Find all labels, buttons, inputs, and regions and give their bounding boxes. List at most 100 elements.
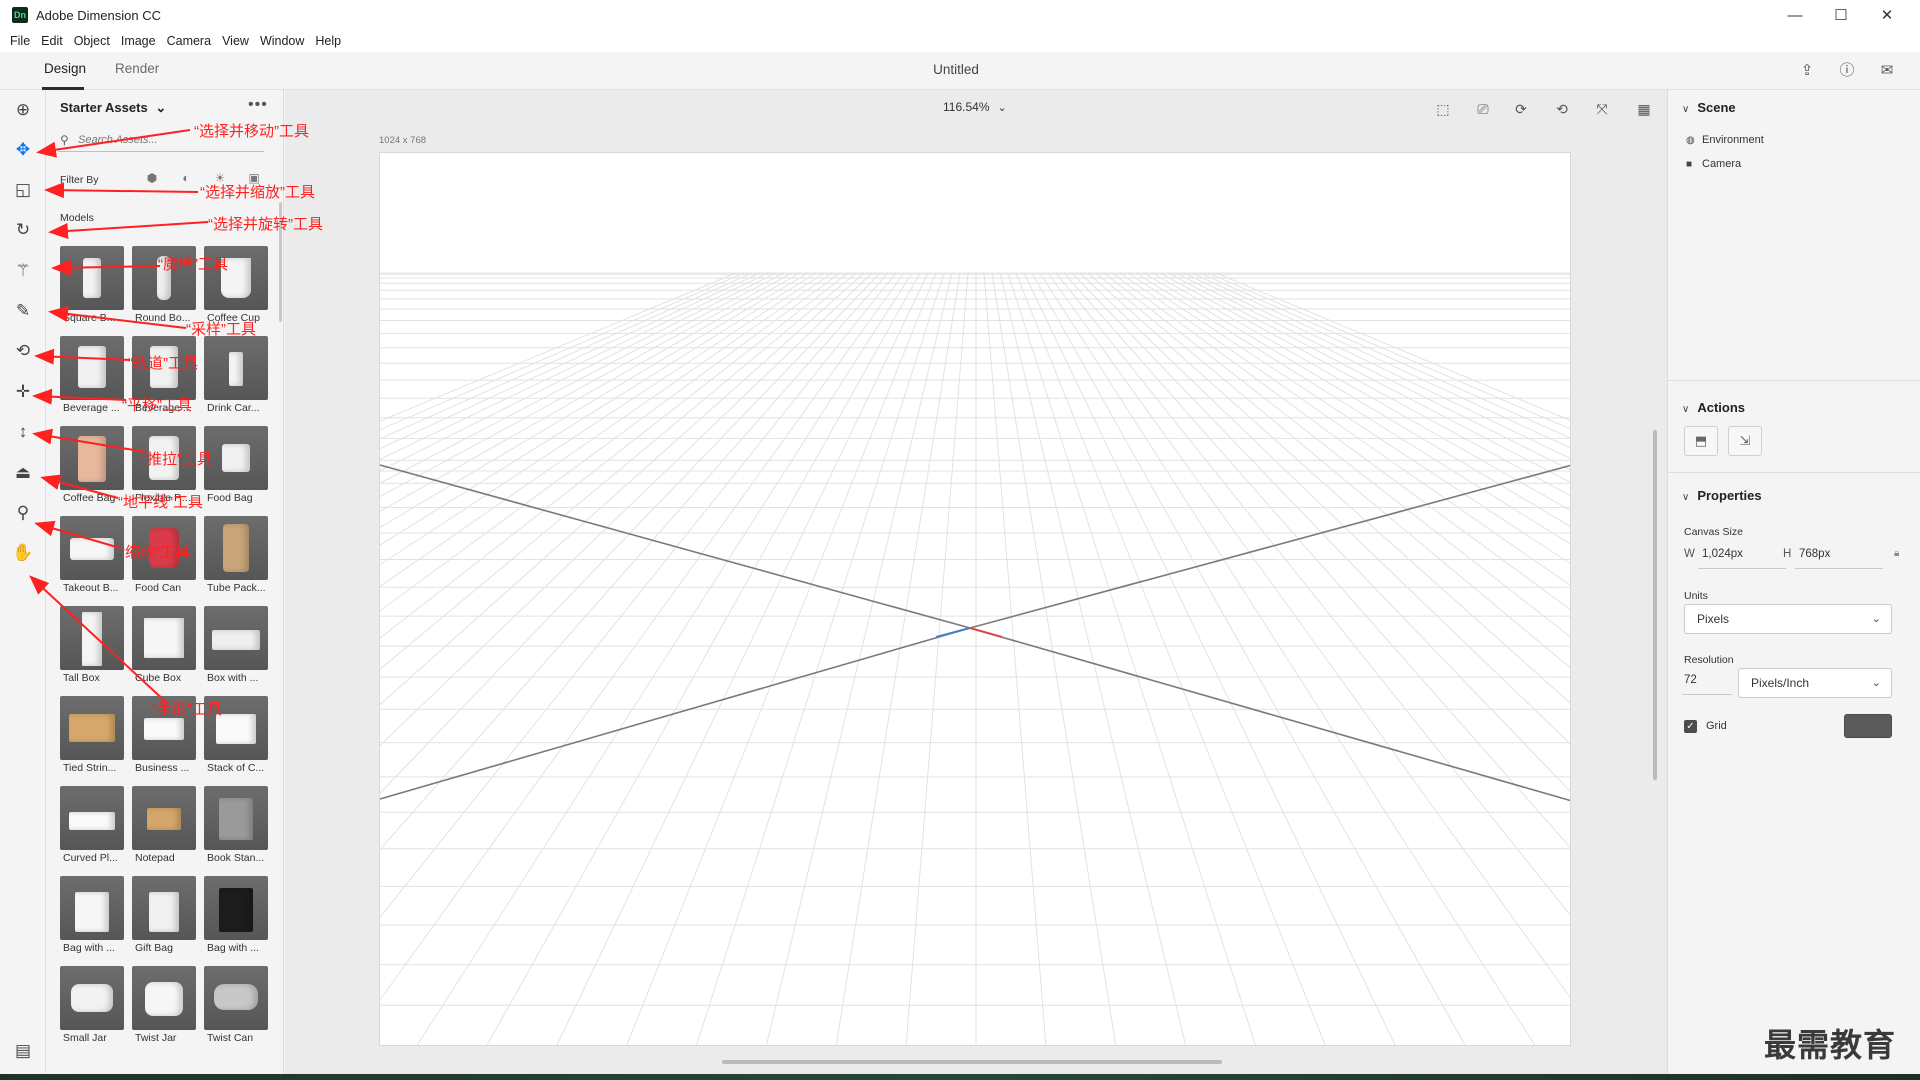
asset-tile[interactable]: Beverage ...	[132, 336, 196, 417]
assets-panel-title[interactable]: Starter Assets ⌄	[60, 100, 166, 116]
pan-icon[interactable]: ✛	[10, 379, 36, 405]
properties-section-header[interactable]: ∨ Properties	[1682, 488, 1762, 503]
select-move-icon[interactable]: ✥	[10, 137, 36, 163]
horizon-icon[interactable]: ⏏	[10, 460, 36, 486]
vertical-scrollbar[interactable]	[1653, 430, 1657, 780]
asset-tile[interactable]: Coffee Bag	[60, 426, 124, 507]
feedback-icon[interactable]: ✉	[1876, 60, 1898, 82]
asset-label: Gift Bag	[135, 942, 173, 954]
camera-orbit-icon[interactable]: ⟲	[1551, 98, 1573, 120]
eyedropper-icon[interactable]: ✎	[10, 298, 36, 324]
asset-tile[interactable]: Twist Can	[204, 966, 268, 1047]
asset-tile[interactable]: Drink Car...	[204, 336, 268, 417]
resolution-unit-dropdown[interactable]: Pixels/Inch ⌄	[1738, 668, 1892, 698]
asset-label: Twist Jar	[135, 1032, 177, 1044]
scene-section-header[interactable]: ∨ Scene	[1682, 100, 1736, 115]
asset-tile[interactable]: Cube Box	[132, 606, 196, 687]
asset-tile[interactable]: Square B...	[60, 246, 124, 327]
orbit-icon[interactable]: ⟲	[10, 338, 36, 364]
title-bar: Dn Adobe Dimension CC — ☐ ✕	[0, 0, 1920, 30]
hand-icon[interactable]: ✋	[10, 540, 36, 566]
menu-help[interactable]: Help	[315, 34, 341, 48]
asset-tile[interactable]: Twist Jar	[132, 966, 196, 1047]
close-button[interactable]: ✕	[1864, 0, 1910, 30]
asset-tile[interactable]: Box with ...	[204, 606, 268, 687]
height-field[interactable]: 768px	[1799, 548, 1830, 560]
crop-canvas-icon[interactable]: ⬒	[1684, 426, 1718, 456]
asset-label: Takeout B...	[63, 582, 119, 594]
width-field[interactable]: 1,024px	[1702, 548, 1743, 560]
filter-materials-icon[interactable]: ◐	[178, 170, 194, 186]
horizontal-scrollbar[interactable]	[722, 1060, 1222, 1064]
asset-label: Notepad	[135, 852, 175, 864]
select-scale-icon[interactable]: ◱	[10, 177, 36, 203]
scene-item-camera[interactable]: ■ Camera	[1686, 158, 1741, 170]
search-input[interactable]	[78, 132, 258, 148]
asset-tile[interactable]: Food Bag	[204, 426, 268, 507]
filter-images-icon[interactable]: ▣	[246, 170, 262, 186]
scene-item-environment[interactable]: ◍ Environment	[1686, 134, 1764, 146]
asset-tile[interactable]: Beverage ...	[60, 336, 124, 417]
select-rotate-icon[interactable]: ↻	[10, 217, 36, 243]
asset-label: Square B...	[63, 312, 116, 324]
asset-tile[interactable]: Round Bo...	[132, 246, 196, 327]
asset-model-preview	[212, 630, 260, 650]
menu-file[interactable]: File	[10, 34, 30, 48]
asset-tile[interactable]: Bag with ...	[60, 876, 124, 957]
asset-model-preview	[150, 346, 178, 388]
menu-edit[interactable]: Edit	[41, 34, 63, 48]
resolution-field[interactable]: 72	[1684, 674, 1697, 686]
asset-tile[interactable]: Small Jar	[60, 966, 124, 1047]
menu-view[interactable]: View	[222, 34, 249, 48]
asset-thumbnail	[132, 246, 196, 310]
asset-tile[interactable]: Stack of C...	[204, 696, 268, 777]
menu-object[interactable]: Object	[74, 34, 110, 48]
asset-tile[interactable]: Food Can	[132, 516, 196, 597]
help-icon[interactable]: ⓘ	[1836, 60, 1858, 82]
dolly-icon[interactable]: ↕	[10, 419, 36, 445]
actions-section-header[interactable]: ∨ Actions	[1682, 400, 1745, 415]
render-preview-icon[interactable]: ▦	[1633, 98, 1655, 120]
frame-icon[interactable]: ⬚	[1432, 98, 1454, 120]
asset-tile[interactable]: Tube Pack...	[204, 516, 268, 597]
minimize-button[interactable]: —	[1772, 0, 1818, 30]
lock-icon[interactable]: 🔒︎	[1894, 548, 1899, 559]
3d-canvas[interactable]	[379, 152, 1571, 1046]
share-icon[interactable]: ⇪	[1796, 60, 1818, 82]
camera-bookmark-icon[interactable]: ⎚	[1472, 98, 1494, 120]
filter-lights-icon[interactable]: ☀	[212, 170, 228, 186]
place-on-ground-icon[interactable]: ⇲	[1728, 426, 1762, 456]
magic-wand-icon[interactable]: ⚚	[10, 258, 36, 284]
zoom-icon[interactable]: ⚲	[10, 500, 36, 526]
asset-tile[interactable]: Flexible Pou...	[132, 426, 197, 507]
asset-tile[interactable]: Takeout B...	[60, 516, 124, 597]
filter-models-icon[interactable]: ⬢	[144, 170, 160, 186]
asset-tile[interactable]: Coffee Cup	[204, 246, 268, 327]
grid-color-swatch[interactable]	[1844, 714, 1892, 738]
camera-pan-icon[interactable]: ⤧	[1591, 98, 1613, 120]
asset-tile[interactable]: Tall Box	[60, 606, 124, 687]
panel-toggle-icon[interactable]: ▤	[10, 1038, 36, 1064]
asset-tile[interactable]: Tied Strin...	[60, 696, 124, 777]
assets-scrollbar[interactable]	[279, 202, 282, 322]
app-title: Adobe Dimension CC	[36, 7, 162, 23]
undo-camera-icon[interactable]: ⟳	[1510, 98, 1532, 120]
asset-tile[interactable]: Gift Bag	[132, 876, 196, 957]
menu-camera[interactable]: Camera	[167, 34, 211, 48]
menu-image[interactable]: Image	[121, 34, 156, 48]
asset-tile[interactable]: Book Stan...	[204, 786, 268, 867]
more-options-icon[interactable]: •••	[248, 96, 268, 114]
grid-checkbox[interactable]: ✓	[1684, 720, 1697, 733]
asset-tile[interactable]: Business ...	[132, 696, 196, 777]
units-dropdown[interactable]: Pixels ⌄	[1684, 604, 1892, 634]
asset-tile[interactable]: Bag with ...	[204, 876, 268, 957]
asset-model-preview	[229, 352, 243, 386]
menu-window[interactable]: Window	[260, 34, 304, 48]
add-content-icon[interactable]: ⊕	[10, 97, 36, 123]
x-axis-marker	[969, 627, 1003, 638]
maximize-button[interactable]: ☐	[1818, 0, 1864, 30]
assets-header-label: Starter Assets	[60, 100, 148, 115]
asset-tile[interactable]: Curved Pl...	[60, 786, 124, 867]
asset-tile[interactable]: Notepad	[132, 786, 196, 867]
zoom-level-dropdown[interactable]: 116.54% ⌄	[943, 100, 1007, 114]
